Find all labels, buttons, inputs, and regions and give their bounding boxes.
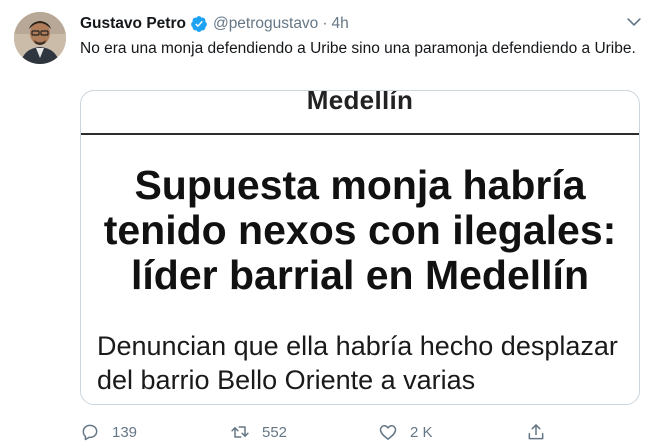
link-card[interactable]: Medellín Supuesta monja habría tenido ne… — [80, 90, 640, 405]
card-summary: Denuncian que ella habría hecho desplaza… — [97, 331, 618, 395]
verified-badge-icon — [190, 15, 208, 33]
comment-icon — [82, 424, 98, 441]
avatar[interactable] — [14, 12, 66, 64]
share-button[interactable] — [526, 420, 558, 444]
reply-button[interactable]: 139 — [80, 420, 137, 444]
retweet-button[interactable]: 552 — [230, 420, 287, 444]
avatar-image — [14, 12, 66, 64]
tweet[interactable]: Gustavo Petro @petrogustavo · 4h No era … — [0, 0, 664, 444]
like-count: 2 K — [410, 423, 433, 441]
tweet-text: No era una monja defendiendo a Uribe sin… — [80, 40, 636, 57]
tweet-actions: 139 552 2 K — [80, 420, 560, 444]
share-icon — [528, 424, 544, 440]
tweet-header: Gustavo Petro @petrogustavo · 4h — [80, 13, 652, 35]
separator-dot: · — [322, 15, 328, 32]
card-headline: Supuesta monja habría tenido nexos con i… — [103, 162, 617, 298]
author-handle[interactable]: @petrogustavo — [213, 15, 318, 33]
author-name[interactable]: Gustavo Petro — [80, 15, 186, 33]
card-section-bar: Medellín — [81, 91, 639, 135]
retweet-icon — [231, 426, 249, 438]
timestamp[interactable]: 4h — [331, 15, 348, 33]
like-button[interactable]: 2 K — [378, 420, 433, 444]
reply-count: 139 — [112, 423, 138, 441]
heart-icon — [379, 425, 397, 440]
chevron-down-icon[interactable] — [624, 12, 644, 32]
card-section-label: Medellín — [306, 90, 414, 115]
retweet-count: 552 — [262, 423, 288, 441]
